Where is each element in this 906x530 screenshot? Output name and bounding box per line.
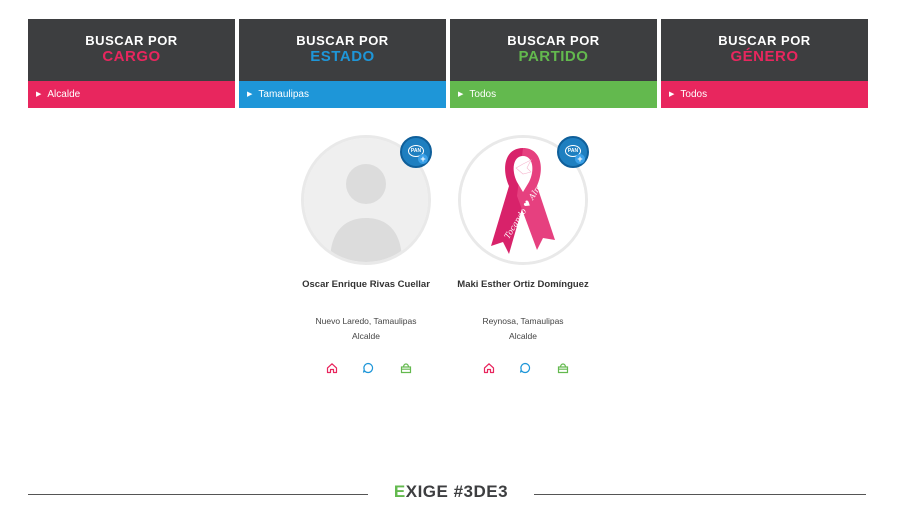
triangle-right-icon: ▶ xyxy=(36,91,42,98)
filter-estado[interactable]: BUSCAR POR ESTADO ▶ Tamaulipas xyxy=(239,19,446,108)
filter-cargo-header: BUSCAR POR CARGO xyxy=(28,19,235,81)
pan-party-badge-icon: PAN + xyxy=(557,136,589,168)
filter-cargo-label: BUSCAR POR xyxy=(85,33,178,48)
filter-estado-select[interactable]: ▶ Tamaulipas xyxy=(239,81,446,108)
triangle-right-icon: ▶ xyxy=(247,91,253,98)
candidate-location: Nuevo Laredo, Tamaulipas xyxy=(315,316,417,326)
filter-genero-label: BUSCAR POR xyxy=(718,33,811,48)
triangle-right-icon: ▶ xyxy=(458,91,464,98)
filter-genero-value: Todos xyxy=(680,89,708,100)
filter-genero-select[interactable]: ▶ Todos xyxy=(661,81,868,108)
plus-icon: + xyxy=(418,154,428,164)
filter-cargo[interactable]: BUSCAR POR CARGO ▶ Alcalde xyxy=(28,19,235,108)
chat-icon[interactable] xyxy=(362,362,374,374)
pan-party-badge-icon: PAN + xyxy=(400,136,432,168)
candidate-name[interactable]: Maki Esther Ortiz Domínguez xyxy=(453,280,593,290)
candidate-role: Alcalde xyxy=(352,331,380,341)
bag-icon[interactable] xyxy=(557,362,569,374)
filter-genero-header: BUSCAR POR GÉNERO xyxy=(661,19,868,81)
filter-partido-label: BUSCAR POR xyxy=(507,33,600,48)
footer-divider-left xyxy=(28,494,368,495)
filter-partido-title: PARTIDO xyxy=(518,48,589,65)
filter-estado-header: BUSCAR POR ESTADO xyxy=(239,19,446,81)
candidate-actions xyxy=(301,362,441,376)
filter-cargo-title: CARGO xyxy=(102,48,161,65)
candidate-name[interactable]: Oscar Enrique Rivas Cuellar xyxy=(296,280,436,290)
filter-cargo-select[interactable]: ▶ Alcalde xyxy=(28,81,235,108)
filter-estado-value: Tamaulipas xyxy=(258,89,309,100)
triangle-right-icon: ▶ xyxy=(669,91,675,98)
candidate-location: Reynosa, Tamaulipas xyxy=(482,316,564,326)
filter-partido-value: Todos xyxy=(469,89,497,100)
bag-icon[interactable] xyxy=(400,362,412,374)
filter-cargo-value: Alcalde xyxy=(47,89,81,100)
filter-genero-title: GÉNERO xyxy=(730,48,799,65)
filter-partido-select[interactable]: ▶ Todos xyxy=(450,81,657,108)
footer-slogan-initial: E xyxy=(393,482,406,501)
filter-estado-label: BUSCAR POR xyxy=(296,33,389,48)
filter-partido[interactable]: BUSCAR POR PARTIDO ▶ Todos xyxy=(450,19,657,108)
footer-slogan-rest: XIGE #3DE3 xyxy=(405,482,509,501)
home-icon[interactable] xyxy=(483,362,495,374)
filter-estado-title: ESTADO xyxy=(310,48,375,65)
footer-slogan: EXIGE #3DE3 xyxy=(376,482,526,502)
candidate-actions xyxy=(458,362,598,376)
filter-bar: BUSCAR POR CARGO ▶ Alcalde BUSCAR POR EST… xyxy=(28,19,868,108)
home-icon[interactable] xyxy=(326,362,338,374)
chat-icon[interactable] xyxy=(519,362,531,374)
filter-genero[interactable]: BUSCAR POR GÉNERO ▶ Todos xyxy=(661,19,868,108)
footer-divider-right xyxy=(534,494,866,495)
filter-partido-header: BUSCAR POR PARTIDO xyxy=(450,19,657,81)
plus-icon: + xyxy=(575,154,585,164)
candidate-role: Alcalde xyxy=(509,331,537,341)
